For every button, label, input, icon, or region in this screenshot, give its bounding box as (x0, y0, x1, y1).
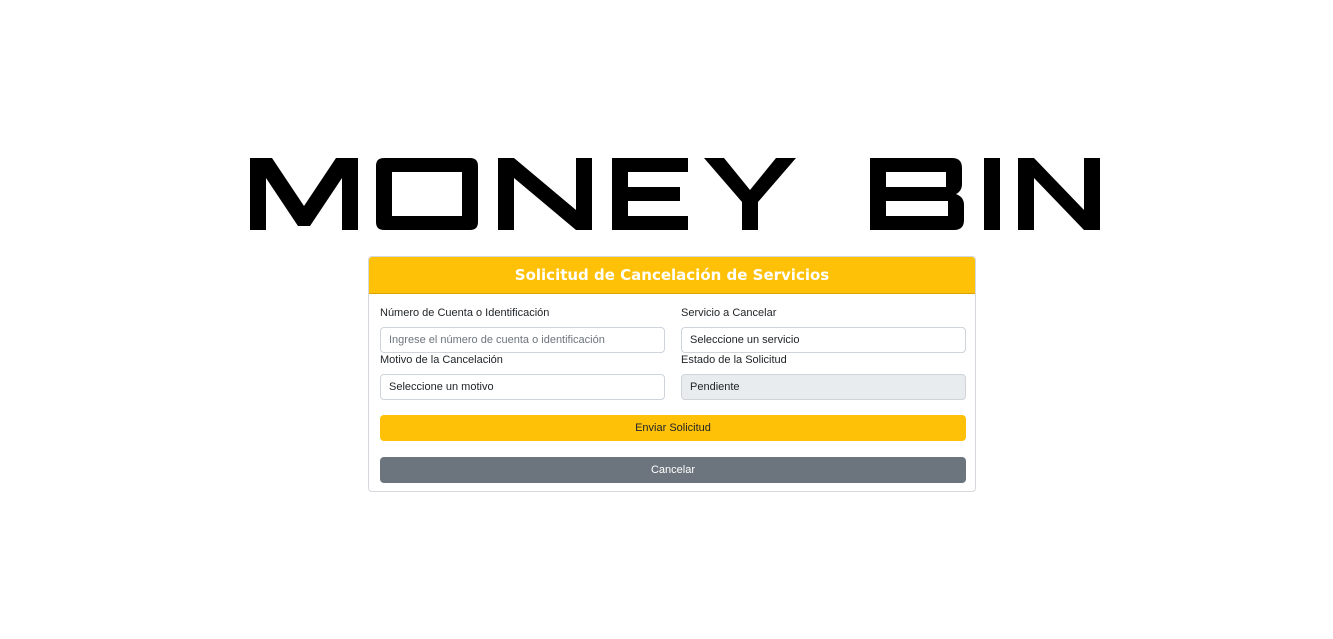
reason-label: Motivo de la Cancelación (380, 354, 503, 366)
cancel-button[interactable]: Cancelar (380, 457, 966, 483)
cancellation-form-card: Solicitud de Cancelación de Servicios Nú… (368, 256, 976, 492)
submit-button[interactable]: Enviar Solicitud (380, 415, 966, 441)
service-label: Servicio a Cancelar (681, 307, 777, 319)
status-field: Pendiente (681, 374, 966, 400)
service-select[interactable]: Seleccione un servicio (681, 327, 966, 353)
service-field-group: Servicio a Cancelar Seleccione un servic… (681, 306, 966, 353)
page: Solicitud de Cancelación de Servicios Nú… (0, 0, 1333, 639)
form-title: Solicitud de Cancelación de Servicios (369, 257, 975, 294)
reason-select[interactable]: Seleccione un motivo (380, 374, 665, 400)
account-input[interactable] (380, 327, 665, 353)
status-field-group: Estado de la Solicitud Pendiente (681, 353, 966, 400)
account-label: Número de Cuenta o Identificación (380, 307, 550, 319)
status-label: Estado de la Solicitud (681, 354, 787, 366)
account-field-group: Número de Cuenta o Identificación (380, 306, 665, 353)
reason-field-group: Motivo de la Cancelación Seleccione un m… (380, 353, 665, 400)
money-bin-logo (250, 158, 1100, 230)
